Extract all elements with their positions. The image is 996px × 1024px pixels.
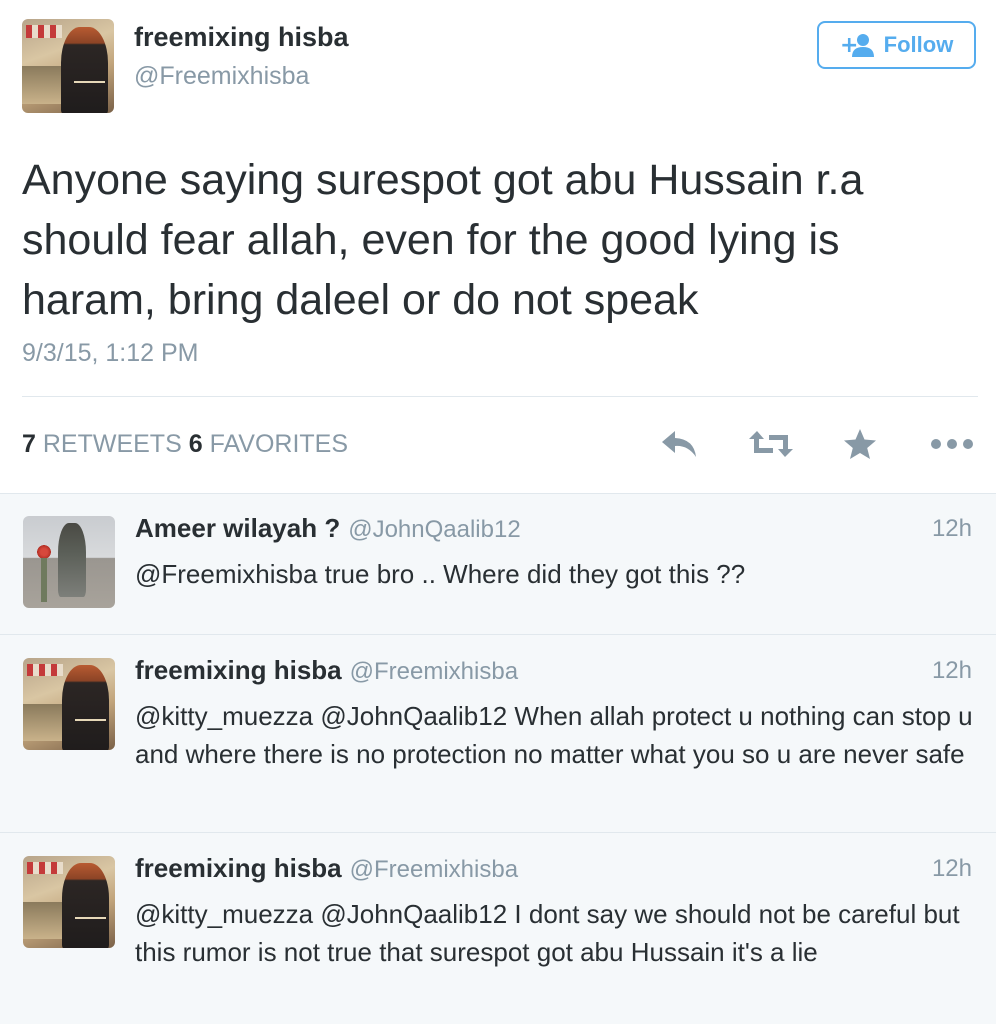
reply-text: @kitty_muezza @JohnQaalib12 When allah p… bbox=[135, 701, 973, 769]
reply-avatar[interactable] bbox=[23, 516, 115, 608]
tweet-timestamp: 9/3/15, 1:12 PM bbox=[22, 339, 199, 367]
avatar-image bbox=[23, 516, 115, 608]
reply-author-handle: @Freemixhisba bbox=[349, 856, 519, 883]
reply-tweet[interactable]: Ameer wilayah ? @JohnQaalib12 12h @Freemi… bbox=[0, 493, 996, 634]
reply-author-name: freemixing hisba bbox=[135, 655, 342, 685]
retweet-icon[interactable] bbox=[746, 424, 796, 464]
reply-time: 12h bbox=[931, 855, 972, 882]
add-user-icon: + bbox=[840, 32, 874, 58]
reply-text: @kitty_muezza @JohnQaalib12 I dont say w… bbox=[135, 899, 960, 967]
reply-author[interactable]: Ameer wilayah ? @JohnQaalib12 bbox=[135, 513, 521, 544]
reply-time: 12h bbox=[931, 657, 972, 684]
follow-button[interactable]: + Follow bbox=[817, 21, 976, 69]
reply-avatar[interactable] bbox=[23, 856, 115, 948]
replies-list: Ameer wilayah ? @JohnQaalib12 12h @Freemi… bbox=[0, 493, 996, 1024]
reply-tweet[interactable]: freemixing hisba @Freemixhisba 12h @kitty… bbox=[0, 833, 996, 1024]
main-tweet: freemixing hisba @Freemixhisba + Follow … bbox=[0, 0, 996, 493]
reply-text: @Freemixhisba true bro .. Where did they… bbox=[135, 559, 746, 589]
reply-author-handle: @Freemixhisba bbox=[349, 658, 519, 685]
author-name[interactable]: freemixing hisba bbox=[134, 22, 349, 53]
more-dots-icon[interactable] bbox=[928, 424, 976, 464]
tweet-text: Anyone saying surespot got abu Hussain r… bbox=[22, 156, 864, 324]
reply-author-name: Ameer wilayah ? bbox=[135, 513, 341, 543]
author-avatar[interactable] bbox=[22, 19, 114, 113]
action-bar bbox=[0, 424, 996, 464]
star-icon[interactable] bbox=[840, 424, 880, 464]
reply-author[interactable]: freemixing hisba @Freemixhisba bbox=[135, 853, 518, 884]
avatar-image bbox=[23, 658, 115, 750]
follow-label: Follow bbox=[883, 32, 954, 57]
reply-author-name: freemixing hisba bbox=[135, 853, 342, 883]
reply-avatar[interactable] bbox=[23, 658, 115, 750]
reply-author-handle: @JohnQaalib12 bbox=[348, 516, 521, 543]
reply-time: 12h bbox=[931, 515, 972, 542]
avatar-image bbox=[23, 856, 115, 948]
author-handle[interactable]: @Freemixhisba bbox=[134, 62, 309, 91]
avatar-image bbox=[22, 19, 114, 113]
reply-author[interactable]: freemixing hisba @Freemixhisba bbox=[135, 655, 518, 686]
divider bbox=[22, 396, 978, 397]
reply-tweet[interactable]: freemixing hisba @Freemixhisba 12h @kitty… bbox=[0, 635, 996, 832]
reply-icon[interactable] bbox=[658, 424, 702, 464]
